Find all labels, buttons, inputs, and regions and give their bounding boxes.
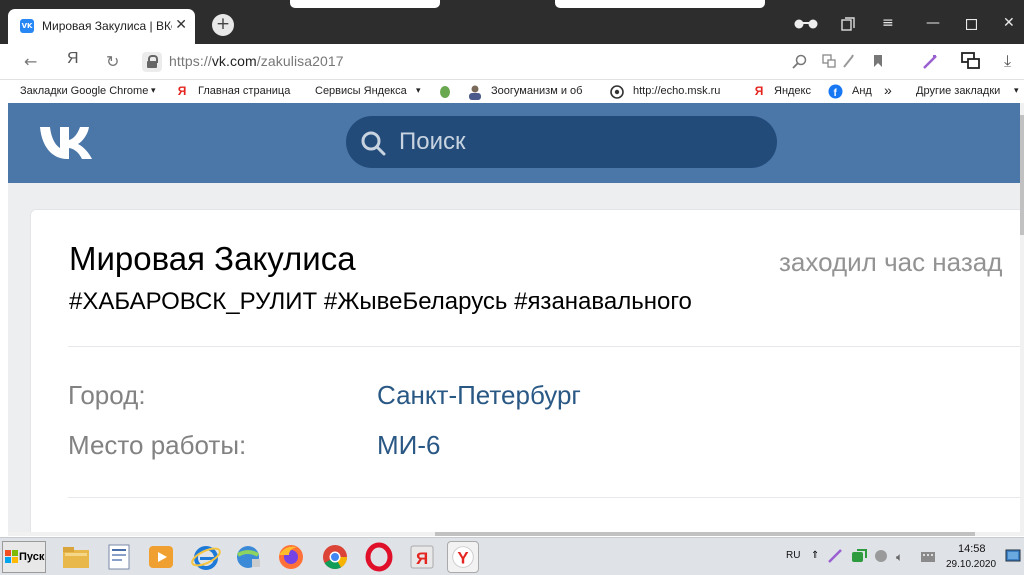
pen-tray-icon[interactable] <box>828 549 842 563</box>
pen-extension-icon[interactable] <box>922 54 938 70</box>
extension-icon[interactable] <box>961 52 981 70</box>
translate-icon[interactable] <box>822 54 836 68</box>
url-field[interactable]: https://vk.com/zakulisa2017 <box>169 53 344 69</box>
menu-icon[interactable]: ≡ <box>882 14 894 32</box>
profile-card: Мировая Закулиса заходил час назад #ХАБА… <box>30 209 1020 536</box>
yandex-home-icon[interactable]: Я <box>67 50 79 68</box>
bookmarks-bar: Закладки Google Chrome ▾ Я Главная стран… <box>0 81 1024 103</box>
facebook-icon: f <box>828 84 843 99</box>
collections-icon[interactable] <box>841 17 855 31</box>
keyboard-tray-icon[interactable] <box>920 548 936 564</box>
bookmarks-overflow-icon[interactable]: » <box>884 82 892 98</box>
tab-title: Мировая Закулиса | ВКонтакте <box>42 19 172 33</box>
horizontal-scrollbar[interactable] <box>8 532 1020 536</box>
tab-close-icon[interactable]: ✕ <box>175 17 187 33</box>
page-viewport: Поиск Мировая Закулиса заходил час назад… <box>8 103 1020 536</box>
firefox-icon[interactable] <box>275 541 307 573</box>
tray-expand-icon[interactable]: ⇑ <box>811 550 819 561</box>
vertical-scrollbar[interactable] <box>1020 103 1024 536</box>
opera-icon[interactable] <box>363 541 395 573</box>
maximize-icon[interactable] <box>966 19 977 30</box>
internet-explorer-icon[interactable] <box>190 541 222 573</box>
network-tray-icon[interactable] <box>874 549 888 563</box>
reader-glasses-icon[interactable] <box>793 19 819 29</box>
bookmark-icon[interactable] <box>873 54 883 68</box>
new-tab-button[interactable]: + <box>212 14 234 36</box>
dropdown-icon[interactable]: ▾ <box>1014 85 1019 96</box>
yandex-icon: Я <box>754 84 764 98</box>
background-tab[interactable] <box>555 0 765 8</box>
yandex-app-icon[interactable]: Я <box>406 541 438 573</box>
screen: VK Мировая Закулиса | ВКонтакте ✕ + ≡ — … <box>0 0 1024 575</box>
info-value-city[interactable]: Санкт-Петербург <box>377 380 581 411</box>
sync-tray-icon[interactable] <box>851 549 867 563</box>
bookmark-item[interactable]: Анд <box>852 85 874 97</box>
minimize-icon[interactable]: — <box>926 14 940 32</box>
leaf-icon <box>440 86 450 98</box>
scrollbar-thumb[interactable] <box>435 532 975 536</box>
vk-favicon-icon: VK <box>20 19 34 33</box>
show-desktop-icon[interactable] <box>1005 548 1021 564</box>
bookmark-item[interactable]: Закладки Google Chrome <box>20 85 148 97</box>
download-icon[interactable]: ⤓ <box>1004 51 1011 71</box>
bookmark-item[interactable]: Главная страница <box>198 85 298 97</box>
clock-date[interactable]: 29.10.2020 <box>946 559 996 570</box>
person-icon <box>469 85 481 100</box>
divider <box>68 497 1020 498</box>
chrome-icon[interactable] <box>319 541 351 573</box>
reload-icon[interactable]: ↻ <box>106 52 119 71</box>
browser-titlebar: VK Мировая Закулиса | ВКонтакте ✕ + ≡ — … <box>0 0 1024 44</box>
dropdown-icon[interactable]: ▾ <box>151 85 156 96</box>
zoom-icon[interactable] <box>792 54 807 69</box>
address-bar: ← Я ↻ https://vk.com/zakulisa2017 ⤓ <box>0 44 1024 80</box>
windows-logo-icon <box>5 550 18 563</box>
svg-text:Я: Я <box>416 549 428 568</box>
background-tab[interactable] <box>290 0 440 8</box>
network-app-icon[interactable] <box>232 541 264 573</box>
svg-text:Y: Y <box>457 549 468 568</box>
info-label-city: Город: <box>68 380 146 410</box>
bookmark-item[interactable]: Яндекс <box>774 85 811 97</box>
back-arrow-icon[interactable]: ← <box>24 52 37 71</box>
info-value-work[interactable]: МИ-6 <box>377 430 440 461</box>
bookmark-item[interactable]: http://echo.msk.ru <box>633 85 733 97</box>
scrollbar-thumb[interactable] <box>1020 115 1024 235</box>
close-window-icon[interactable]: ✕ <box>1003 14 1015 32</box>
yandex-browser-icon: Y <box>452 546 474 568</box>
language-indicator[interactable]: RU <box>786 550 800 561</box>
dropdown-icon[interactable]: ▾ <box>416 85 421 96</box>
media-player-icon[interactable] <box>145 541 177 573</box>
yandex-browser-taskbar-button[interactable]: Y <box>447 541 479 573</box>
volume-icon[interactable]: 🔈︎ <box>896 550 903 565</box>
file-explorer-icon[interactable] <box>60 541 92 573</box>
vk-logo-icon[interactable] <box>38 123 102 163</box>
search-icon <box>361 131 386 156</box>
document-app-icon[interactable] <box>103 541 135 573</box>
bookmark-item[interactable]: Другие закладки <box>916 85 1000 97</box>
yandex-icon: Я <box>177 84 187 98</box>
bookmark-item[interactable]: Зоогуманизм и об <box>491 85 594 97</box>
last-seen-status: заходил час назад <box>779 247 1003 277</box>
divider <box>68 346 1020 347</box>
start-button[interactable]: Пуск <box>2 541 46 573</box>
profile-status[interactable]: #ХАБАРОВСК_РУЛИТ #ЖывеБеларусь #язанавал… <box>69 288 692 316</box>
start-label: Пуск <box>19 551 45 563</box>
echo-icon <box>610 85 624 99</box>
browser-tab-active[interactable]: VK Мировая Закулиса | ВКонтакте ✕ <box>8 9 195 44</box>
info-label-work: Место работы: <box>68 430 247 460</box>
clock-time[interactable]: 14:58 <box>958 543 986 555</box>
vk-header: Поиск <box>8 103 1020 183</box>
protect-icon[interactable] <box>842 54 854 68</box>
search-box[interactable]: Поиск <box>346 116 777 168</box>
bookmark-item[interactable]: Сервисы Яндекса <box>315 85 407 97</box>
taskbar: Пуск Я Y RU ⇑ 🔈︎ 14:58 29.10.2020 <box>0 537 1024 575</box>
profile-name: Мировая Закулиса <box>69 240 356 277</box>
lock-icon[interactable] <box>142 52 162 72</box>
search-input[interactable]: Поиск <box>399 128 466 156</box>
